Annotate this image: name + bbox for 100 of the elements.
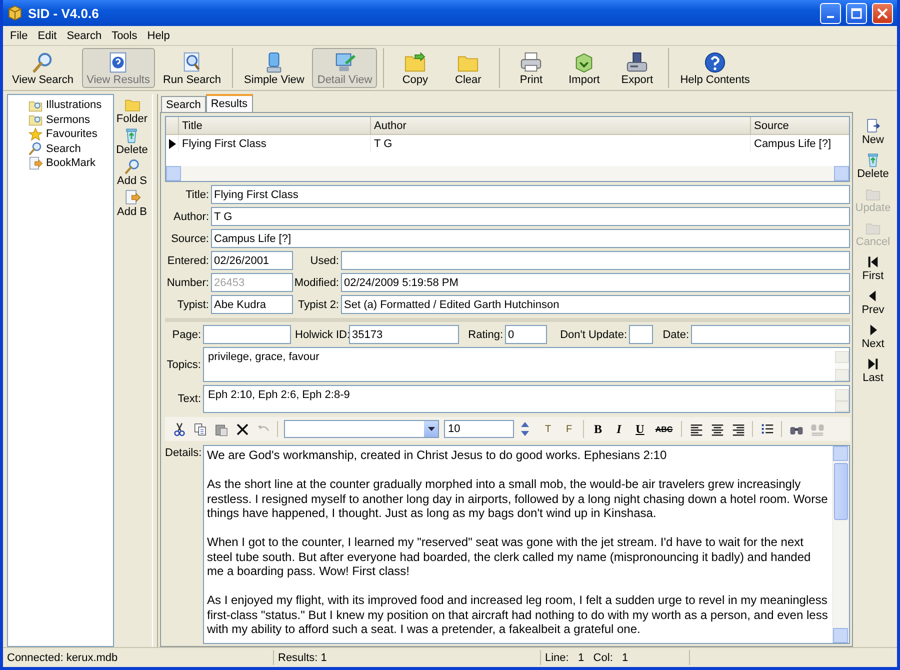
toolbar-button[interactable]: Detail View: [312, 48, 378, 88]
toolbar-button[interactable]: Export: [612, 48, 662, 88]
field-label: Details:: [165, 446, 203, 461]
format-button[interactable]: B: [590, 421, 606, 437]
toolbar-button[interactable]: View Results: [82, 48, 155, 88]
checkbox[interactable]: [629, 325, 653, 344]
close-icon: [877, 8, 888, 18]
text-area[interactable]: Eph 2:10, Eph 2:6, Eph 2:8-9: [203, 385, 850, 413]
nav-button[interactable]: New: [862, 118, 884, 151]
nav-button[interactable]: First: [862, 254, 884, 287]
tab[interactable]: Search: [161, 96, 206, 112]
menu-item[interactable]: Search: [62, 30, 107, 42]
folder-icon: [403, 51, 428, 74]
menu-item[interactable]: Help: [142, 30, 175, 42]
table-cell: Campus Life [?]: [750, 135, 849, 152]
input-field[interactable]: [341, 251, 850, 270]
field-label: Typist 2:: [297, 298, 340, 310]
field-label: Page:: [171, 328, 202, 340]
toolbar-button[interactable]: Print: [506, 48, 556, 88]
input-field[interactable]: Campus Life [?]: [211, 229, 850, 248]
minimize-button[interactable]: [820, 2, 841, 24]
caret-icon: [428, 427, 434, 431]
format-button[interactable]: T: [540, 421, 556, 437]
field-label: Holwick ID:: [295, 328, 349, 340]
toolbar-button[interactable]: Help Contents: [675, 48, 755, 88]
side-button[interactable]: Folder: [116, 96, 148, 125]
toolbar-button[interactable]: Clear: [443, 48, 494, 88]
font-size-field[interactable]: 10: [444, 420, 514, 438]
input-field[interactable]: 02/26/2001: [211, 251, 293, 270]
field-label: Title:: [184, 188, 210, 200]
toolbar-button[interactable]: Copy: [390, 48, 440, 88]
field-label: Number:: [166, 276, 210, 288]
tree-item[interactable]: Sermons: [46, 114, 90, 126]
scrollbar[interactable]: [832, 446, 849, 643]
field-label: Typist:: [176, 298, 210, 310]
search-icon: [124, 158, 140, 175]
nav-button[interactable]: Next: [862, 322, 884, 355]
paragraph: As the short line at the counter gradually morphed into a small mob, the would-be air travelers grew increasingly restless. I resigned myself to another long day in airports, followed by a long night chasing down a hotel room. Worse things have happened, I thought. Just as long as my bags don't wind up in Kinshasa.: [207, 477, 828, 520]
window-title: SID - V4.0.6: [28, 6, 100, 20]
field-label: Source:: [170, 232, 210, 244]
column-header[interactable]: Author: [370, 117, 750, 134]
minimize-icon: [827, 16, 834, 18]
menu-item[interactable]: Tools: [106, 30, 142, 42]
toolbar-button[interactable]: Import: [559, 48, 610, 88]
drive-icon: [625, 51, 650, 74]
printer-icon: [519, 51, 544, 74]
document-icon: [864, 118, 881, 134]
column-header[interactable]: Title: [178, 117, 370, 134]
side-button[interactable]: Add B: [117, 189, 147, 218]
status-text: Connected: kerux.mdb: [3, 650, 274, 665]
nav-button[interactable]: Last: [862, 356, 884, 389]
table-cell: T G: [370, 135, 750, 152]
input-field[interactable]: Abe Kudra: [211, 295, 293, 314]
close-button[interactable]: [872, 2, 893, 24]
paragraph: When I got to the counter, I learned my "reserved" seat was gone with the jet stream. I'd have to wait for the next steel tube south. But after everyone had boarded, the clerk called my name (mispronouncing it badly) and handed me a boarding pass. Wow! First class!: [207, 535, 812, 578]
status-text: Results: 1: [274, 650, 541, 665]
nav-button[interactable]: Prev: [862, 288, 884, 321]
tree-item[interactable]: Illustrations: [46, 99, 102, 112]
format-button[interactable]: I: [611, 421, 627, 437]
toolbar-button[interactable]: Simple View: [239, 48, 310, 88]
scrollbar[interactable]: [166, 166, 849, 181]
format-button[interactable]: ABC: [653, 421, 675, 437]
input-field[interactable]: 0: [505, 325, 547, 344]
font-dropdown[interactable]: [284, 420, 439, 438]
tree-item[interactable]: Favourites: [46, 128, 98, 140]
field-label: Text:: [176, 392, 202, 407]
format-button[interactable]: U: [632, 421, 648, 437]
input-field[interactable]: 35173: [349, 325, 459, 344]
tree-item[interactable]: Search: [46, 142, 81, 155]
format-button[interactable]: F: [561, 421, 577, 437]
maximize-button[interactable]: [846, 2, 867, 24]
text-area[interactable]: privilege, grace, favour: [203, 347, 850, 382]
toolbar-button[interactable]: View Search: [7, 48, 79, 88]
grid-row[interactable]: Flying First Class T G Campus Life [?]: [166, 135, 849, 152]
side-button[interactable]: Delete: [116, 127, 148, 156]
details-editor[interactable]: [203, 445, 850, 644]
row-pointer-icon: [168, 138, 176, 148]
tab[interactable]: Results: [206, 94, 253, 112]
input-field[interactable]: [203, 325, 291, 344]
tree-item[interactable]: BookMark: [46, 157, 96, 170]
spinner-icon[interactable]: [521, 421, 529, 437]
toolbar-button[interactable]: Run Search: [158, 48, 226, 88]
search-icon: [28, 141, 43, 156]
nav-button[interactable]: Delete: [857, 152, 889, 185]
input-field[interactable]: [691, 325, 850, 344]
field-label: Date:: [662, 328, 690, 340]
menu-item[interactable]: Edit: [32, 30, 62, 42]
app-icon: [7, 5, 23, 21]
input-field[interactable]: Flying First Class: [211, 185, 850, 204]
help-icon: [703, 51, 728, 74]
menu-item[interactable]: File: [5, 30, 33, 42]
field-label: Rating:: [467, 328, 504, 340]
side-button[interactable]: Add S: [117, 158, 147, 187]
input-field[interactable]: Set (a) Formatted / Edited Garth Hutchinson: [341, 295, 850, 314]
input-field[interactable]: 02/24/2009 5:19:58 PM: [341, 273, 850, 292]
field-label: Modified:: [293, 276, 340, 288]
paragraph: We are God's workmanship, created in Christ Jesus to do good works. Ephesians 2:10: [207, 448, 668, 462]
status-text: Line: 1 Col: 1: [541, 650, 690, 665]
column-header[interactable]: Source: [750, 117, 849, 134]
input-field[interactable]: T G: [211, 207, 850, 226]
